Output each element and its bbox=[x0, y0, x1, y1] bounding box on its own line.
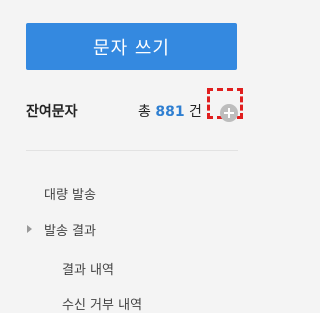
remaining-messages-row: 잔여문자 총 881 건 bbox=[26, 88, 256, 125]
menu-item-result-history[interactable]: 결과 내역 bbox=[62, 259, 114, 278]
menu-item-reject-history[interactable]: 수신 거부 내역 bbox=[62, 294, 142, 313]
compose-message-button[interactable]: 문자 쓰기 bbox=[26, 23, 237, 70]
remaining-messages-total: 총 881 건 bbox=[138, 101, 202, 121]
sidebar-panel: 문자 쓰기 잔여문자 총 881 건 대량 발송 발송 결과 결과 내역 수신 … bbox=[0, 0, 266, 313]
remaining-messages-label: 잔여문자 bbox=[26, 104, 78, 120]
remaining-count: 881 bbox=[155, 104, 185, 120]
count-unit: 건 bbox=[189, 104, 202, 120]
total-prefix: 총 bbox=[138, 104, 151, 120]
menu-item-bulk-send[interactable]: 대량 발송 bbox=[44, 184, 96, 203]
caret-right-icon bbox=[27, 225, 32, 233]
add-credit-plus-icon[interactable] bbox=[220, 104, 238, 122]
menu-item-send-results[interactable]: 발송 결과 bbox=[44, 220, 96, 239]
divider bbox=[26, 150, 238, 151]
